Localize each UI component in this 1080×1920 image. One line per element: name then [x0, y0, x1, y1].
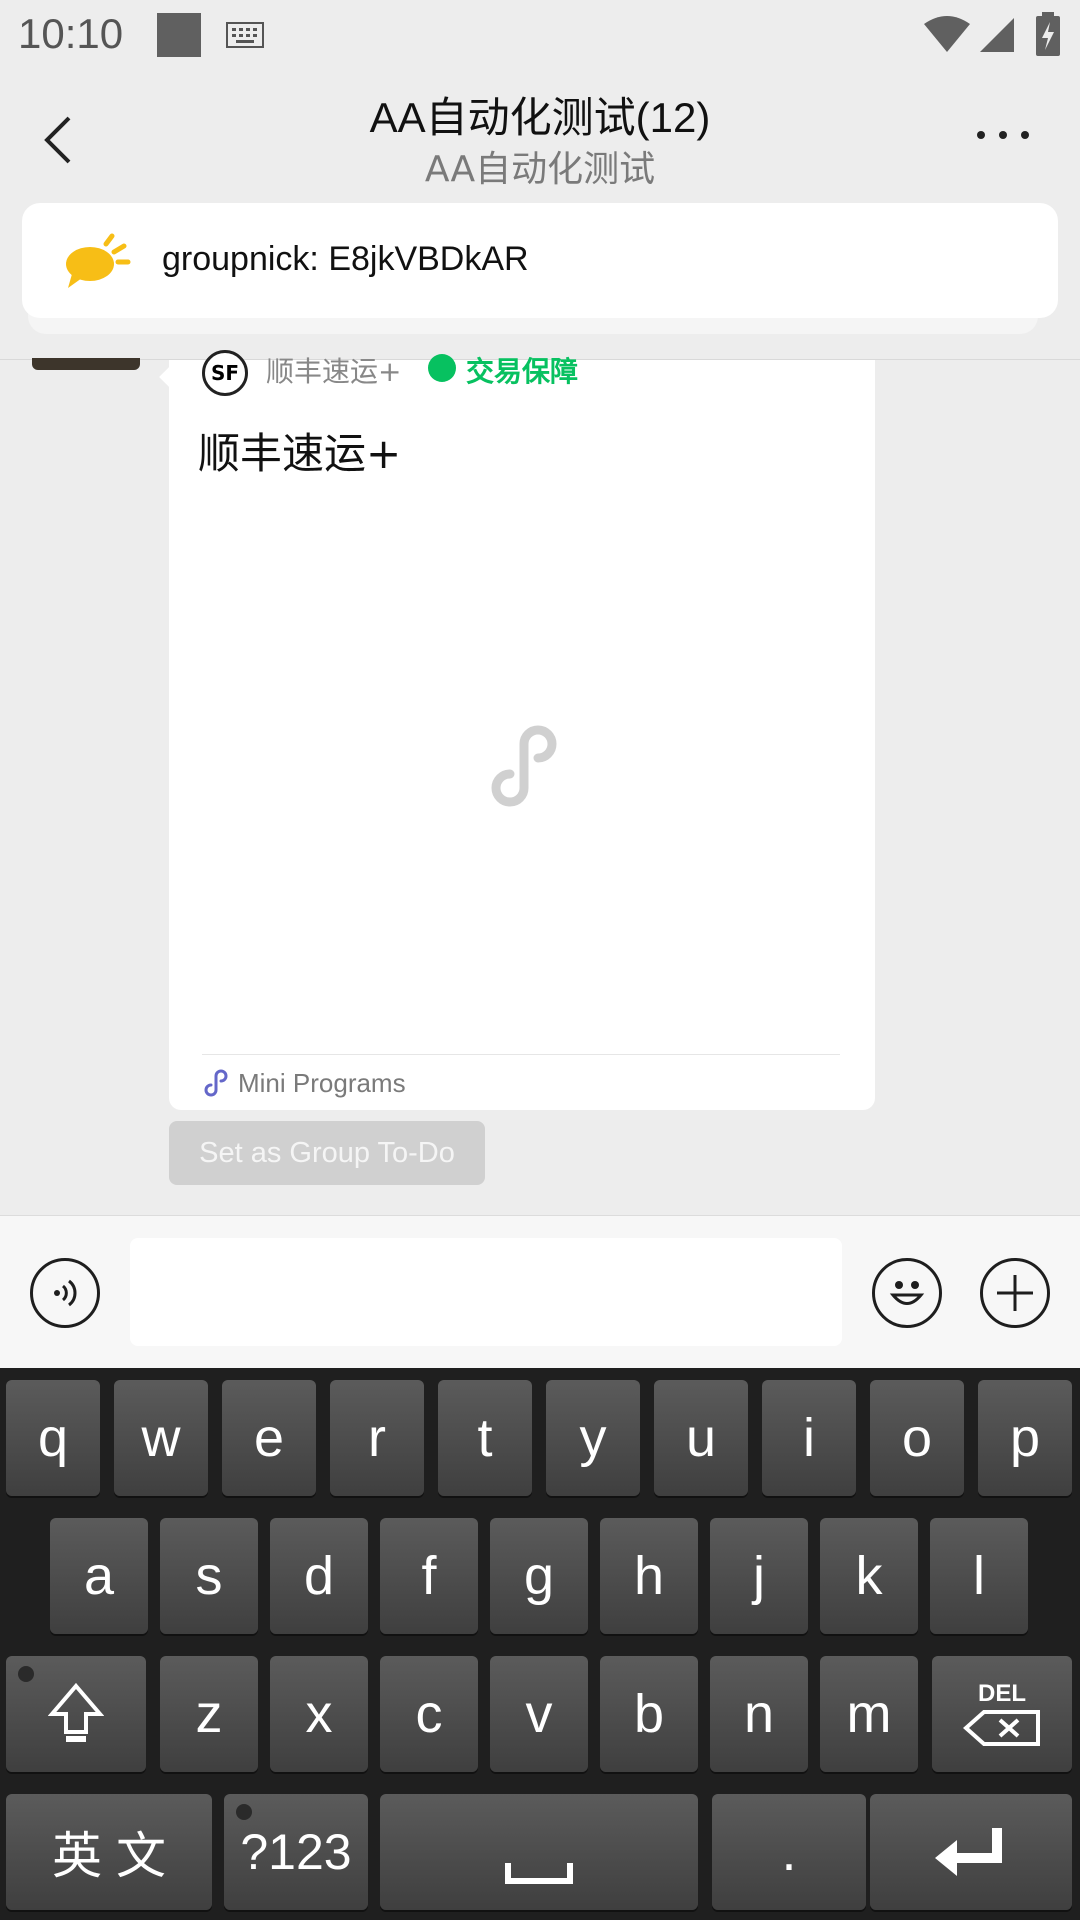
key-i[interactable]: i — [762, 1380, 856, 1496]
sf-logo-icon: SF — [202, 350, 248, 396]
emoji-icon — [889, 1281, 925, 1305]
key-w[interactable]: w — [114, 1380, 208, 1496]
card-footer-divider — [202, 1054, 840, 1055]
key-a[interactable]: a — [50, 1518, 148, 1634]
space-icon — [505, 1863, 573, 1884]
card-title: 顺丰速运+ — [198, 429, 402, 478]
avatar[interactable] — [32, 358, 140, 370]
enter-icon — [935, 1828, 1002, 1876]
wifi-icon — [924, 16, 970, 52]
mini-programs-label: Mini Programs — [238, 1068, 406, 1098]
keyboard: q w e r t y u i o p a s d f g h j k l z … — [0, 1368, 1080, 1920]
more-functions-button[interactable] — [980, 1258, 1050, 1328]
key-r[interactable]: r — [330, 1380, 424, 1496]
key-f[interactable]: f — [380, 1518, 478, 1634]
key-z[interactable]: z — [160, 1656, 258, 1772]
message-input[interactable] — [130, 1238, 842, 1346]
chat-title: AA自动化测试(12) — [369, 94, 711, 141]
mini-program-placeholder-icon — [491, 725, 557, 807]
shift-icon — [48, 1682, 104, 1742]
more-button[interactable] — [960, 110, 1046, 160]
symbols-key[interactable]: ?123 — [224, 1794, 368, 1910]
voice-button[interactable] — [30, 1258, 100, 1328]
notice-text: groupnick: E8jkVBDkAR — [162, 240, 529, 278]
key-x[interactable]: x — [270, 1656, 368, 1772]
chevron-left-icon — [44, 116, 71, 164]
back-button[interactable] — [28, 100, 88, 180]
delete-key[interactable]: DEL — [932, 1656, 1072, 1772]
battery-icon — [1036, 12, 1060, 56]
shift-key[interactable] — [6, 1656, 146, 1772]
key-l[interactable]: l — [930, 1518, 1028, 1634]
more-dots-icon — [977, 131, 985, 139]
key-q[interactable]: q — [6, 1380, 100, 1496]
period-key[interactable]: . — [712, 1794, 866, 1910]
language-key[interactable]: 英 文 — [6, 1794, 212, 1910]
notification-icon — [157, 13, 201, 57]
trade-guarantee-icon — [428, 354, 456, 382]
voice-icon — [54, 1279, 77, 1307]
keyboard-status-icon — [226, 22, 264, 48]
key-t[interactable]: t — [438, 1380, 532, 1496]
key-h[interactable]: h — [600, 1518, 698, 1634]
card-app-name: 顺丰速运+ — [266, 355, 402, 388]
key-g[interactable]: g — [490, 1518, 588, 1634]
enter-key[interactable] — [870, 1794, 1072, 1910]
key-n[interactable]: n — [710, 1656, 808, 1772]
key-y[interactable]: y — [546, 1380, 640, 1496]
key-e[interactable]: e — [222, 1380, 316, 1496]
status-time: 10:10 — [18, 10, 124, 57]
mini-program-icon — [204, 1069, 228, 1097]
key-j[interactable]: j — [710, 1518, 808, 1634]
chat-subtitle: AA自动化测试 — [424, 149, 656, 190]
trade-guarantee-label: 交易保障 — [466, 355, 579, 388]
emoji-button[interactable] — [872, 1258, 942, 1328]
key-v[interactable]: v — [490, 1656, 588, 1772]
key-u[interactable]: u — [654, 1380, 748, 1496]
delete-key-label: DEL — [978, 1680, 1026, 1707]
key-m[interactable]: m — [820, 1656, 918, 1772]
key-c[interactable]: c — [380, 1656, 478, 1772]
key-p[interactable]: p — [978, 1380, 1072, 1496]
signal-icon — [980, 18, 1014, 52]
backspace-icon — [962, 1710, 1040, 1746]
key-o[interactable]: o — [870, 1380, 964, 1496]
space-key[interactable] — [380, 1794, 698, 1910]
notice-speech-icon — [66, 233, 131, 288]
plus-icon — [997, 1275, 1033, 1311]
symbols-key-label: ?123 — [240, 1824, 352, 1880]
key-b[interactable]: b — [600, 1656, 698, 1772]
key-s[interactable]: s — [160, 1518, 258, 1634]
key-d[interactable]: d — [270, 1518, 368, 1634]
set-group-todo-button[interactable]: Set as Group To-Do — [169, 1121, 485, 1185]
key-k[interactable]: k — [820, 1518, 918, 1634]
